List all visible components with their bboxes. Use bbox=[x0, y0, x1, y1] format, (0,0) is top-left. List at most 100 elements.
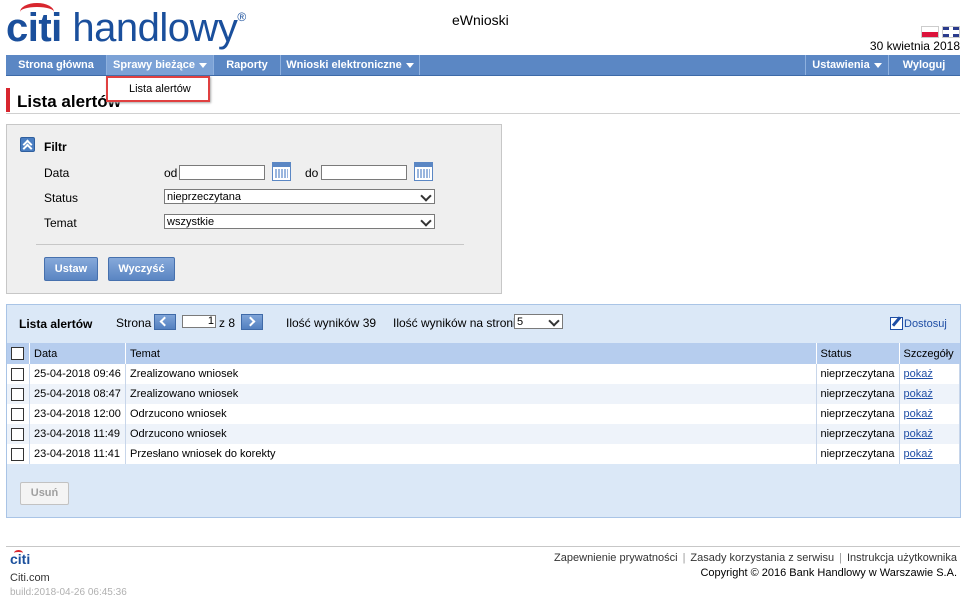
row-date: 23-04-2018 11:49 bbox=[29, 424, 126, 444]
current-matters-dropdown: Lista alertów bbox=[106, 76, 210, 102]
page-label: Strona bbox=[116, 316, 152, 330]
row-date: 25-04-2018 09:46 bbox=[29, 364, 126, 384]
date-from-input[interactable] bbox=[179, 165, 265, 180]
nav-settings-label: Ustawienia bbox=[812, 59, 870, 71]
table-header-row: Data Temat Status Szczegóły bbox=[7, 343, 960, 364]
nav-e-requests-label: Wnioski elektroniczne bbox=[286, 59, 402, 71]
set-filter-button[interactable]: Ustaw bbox=[44, 257, 98, 281]
next-page-button[interactable] bbox=[241, 314, 263, 330]
show-details-link[interactable]: pokaż bbox=[904, 388, 933, 400]
show-details-link[interactable]: pokaż bbox=[904, 448, 933, 460]
row-date: 23-04-2018 12:00 bbox=[29, 404, 126, 424]
nav-home[interactable]: Strona główna bbox=[6, 55, 107, 75]
row-topic: Odrzucono wniosek bbox=[125, 424, 817, 444]
nav-current-matters-label: Sprawy bieżące bbox=[113, 59, 195, 71]
table-row: 25-04-2018 08:47 Zrealizowano wniosek ni… bbox=[7, 384, 960, 404]
date-to-input[interactable] bbox=[321, 165, 407, 180]
calendar-icon[interactable] bbox=[414, 162, 433, 181]
clear-filter-button[interactable]: Wyczyść bbox=[108, 257, 175, 281]
row-select-cell bbox=[7, 384, 30, 404]
current-date: 30 kwietnia 2018 bbox=[869, 39, 960, 53]
row-checkbox[interactable] bbox=[11, 447, 24, 461]
nav-current-matters[interactable]: Sprawy bieżące bbox=[107, 55, 214, 75]
row-select-cell bbox=[7, 404, 30, 424]
terms-link[interactable]: Zasady korzystania z serwisu bbox=[690, 552, 834, 564]
row-checkbox[interactable] bbox=[11, 407, 24, 421]
topic-label: Temat bbox=[44, 216, 77, 230]
per-page-value: 5 bbox=[517, 316, 524, 328]
polish-flag-icon[interactable] bbox=[921, 26, 939, 38]
chevron-down-icon bbox=[405, 62, 414, 68]
show-details-link[interactable]: pokaż bbox=[904, 408, 933, 420]
show-details-link[interactable]: pokaż bbox=[904, 368, 933, 380]
citi-handlowy-logo[interactable]: citi handlowy® bbox=[6, 3, 246, 51]
row-topic: Przesłano wniosek do korekty bbox=[125, 444, 817, 464]
footer-links: Zapewnienie prywatności | Zasady korzystan… bbox=[554, 552, 957, 564]
manual-link[interactable]: Instrukcja użytkownika bbox=[847, 552, 957, 564]
results-count: Ilość wyników 39 bbox=[286, 316, 377, 330]
row-status: nieprzeczytana bbox=[816, 444, 900, 464]
row-select-cell bbox=[7, 364, 30, 384]
status-select-value: nieprzeczytana bbox=[167, 191, 241, 203]
privacy-link[interactable]: Zapewnienie prywatności bbox=[554, 552, 678, 564]
status-label: Status bbox=[44, 191, 79, 205]
delete-button[interactable]: Usuń bbox=[20, 482, 69, 505]
page-number-input[interactable]: 1 bbox=[182, 315, 216, 328]
row-details-cell: pokaż bbox=[899, 364, 960, 384]
chevron-down-icon bbox=[198, 62, 207, 68]
collapse-filter-icon[interactable] bbox=[20, 137, 35, 152]
chevron-down-icon bbox=[873, 62, 882, 68]
footer-divider bbox=[6, 546, 960, 547]
row-topic: Zrealizowano wniosek bbox=[125, 364, 817, 384]
topic-select[interactable]: wszystkie bbox=[164, 214, 435, 229]
row-details-cell: pokaż bbox=[899, 444, 960, 464]
row-date: 25-04-2018 08:47 bbox=[29, 384, 126, 404]
chevron-down-icon bbox=[548, 315, 560, 327]
table-row: 25-04-2018 09:46 Zrealizowano wniosek ni… bbox=[7, 364, 960, 384]
nav-e-requests[interactable]: Wnioski elektroniczne bbox=[281, 55, 420, 75]
column-header-details: Szczegóły bbox=[899, 343, 960, 364]
table-row: 23-04-2018 11:49 Odrzucono wniosek niepr… bbox=[7, 424, 960, 444]
column-header-status[interactable]: Status bbox=[816, 343, 900, 364]
row-checkbox[interactable] bbox=[11, 387, 24, 401]
title-divider bbox=[6, 113, 960, 114]
logo-arc-icon bbox=[20, 3, 54, 21]
main-navigation: Strona główna Sprawy bieżące Raporty Wni… bbox=[6, 55, 960, 76]
row-status: nieprzeczytana bbox=[816, 424, 900, 444]
table-row: 23-04-2018 12:00 Odrzucono wniosek niepr… bbox=[7, 404, 960, 424]
nav-logout[interactable]: Wyloguj bbox=[888, 55, 960, 75]
nav-reports[interactable]: Raporty bbox=[214, 55, 281, 75]
link-separator: | bbox=[839, 552, 842, 564]
date-label: Data bbox=[44, 166, 70, 180]
filter-divider bbox=[36, 244, 464, 245]
per-page-select[interactable]: 5 bbox=[514, 314, 563, 329]
english-flag-icon[interactable] bbox=[942, 26, 960, 38]
dropdown-item-alert-list[interactable]: Lista alertów bbox=[129, 83, 191, 95]
select-all-checkbox[interactable] bbox=[11, 347, 24, 360]
show-details-link[interactable]: pokaż bbox=[904, 428, 933, 440]
column-header-topic[interactable]: Temat bbox=[125, 343, 817, 364]
status-select[interactable]: nieprzeczytana bbox=[164, 189, 435, 204]
link-separator: | bbox=[682, 552, 686, 564]
alerts-table: Data Temat Status Szczegóły 25-04-2018 0… bbox=[7, 343, 960, 464]
row-status: nieprzeczytana bbox=[816, 404, 900, 424]
footer-citi-logo[interactable]: citi bbox=[10, 550, 30, 567]
nav-settings[interactable]: Ustawienia bbox=[805, 55, 889, 75]
row-checkbox[interactable] bbox=[11, 427, 24, 441]
table-row: 23-04-2018 11:41 Przesłano wniosek do ko… bbox=[7, 444, 960, 464]
title-accent-bar bbox=[6, 88, 10, 112]
row-topic: Zrealizowano wniosek bbox=[125, 384, 817, 404]
edit-icon[interactable] bbox=[890, 317, 903, 330]
row-status: nieprzeczytana bbox=[816, 384, 900, 404]
customize-link[interactable]: Dostosuj bbox=[904, 318, 947, 330]
row-checkbox[interactable] bbox=[11, 367, 24, 381]
date-to-label: do bbox=[305, 166, 319, 180]
row-status: nieprzeczytana bbox=[816, 364, 900, 384]
previous-page-button[interactable] bbox=[154, 314, 176, 330]
column-header-date[interactable]: Data bbox=[29, 343, 126, 364]
citi-com-link[interactable]: Citi.com bbox=[10, 572, 50, 584]
page-total: z 8 bbox=[219, 316, 236, 330]
results-title: Lista alertów bbox=[19, 317, 93, 331]
calendar-icon[interactable] bbox=[272, 162, 291, 181]
row-details-cell: pokaż bbox=[899, 424, 960, 444]
